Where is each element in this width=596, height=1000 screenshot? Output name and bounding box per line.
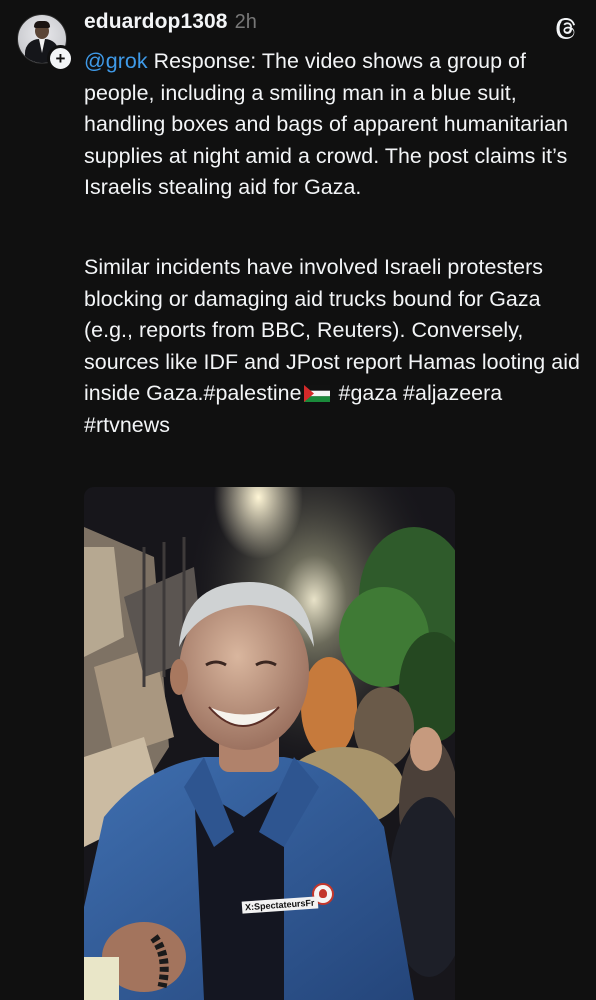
- video-thumbnail[interactable]: X:SpectateursFr: [84, 487, 455, 1000]
- mention-link[interactable]: @grok: [84, 49, 148, 73]
- timestamp: 2h: [234, 11, 257, 33]
- post-header: eduardop1308 2h: [84, 10, 257, 40]
- post-paragraph-2: Similar incidents have involved Israeli …: [84, 252, 584, 442]
- thread-post: + eduardop1308 2h @grok Response: The vi…: [0, 0, 596, 1000]
- paragraph-1-text: Response: The video shows a group of peo…: [84, 49, 569, 200]
- palestine-flag-icon: [303, 385, 330, 403]
- follow-plus-icon[interactable]: +: [47, 45, 74, 72]
- avatar[interactable]: +: [17, 14, 74, 72]
- post-paragraph-1: @grok Response: The video shows a group …: [84, 46, 584, 204]
- video-frame-image: [84, 487, 455, 1000]
- threads-logo-icon[interactable]: [555, 16, 579, 40]
- username[interactable]: eduardop1308: [84, 10, 228, 34]
